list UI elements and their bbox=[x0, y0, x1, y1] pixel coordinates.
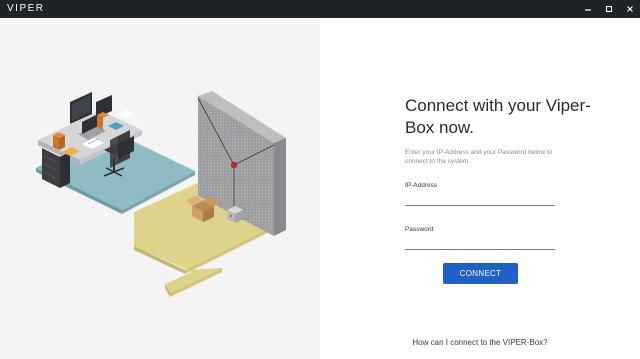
close-icon bbox=[626, 6, 633, 12]
minimize-icon bbox=[584, 9, 591, 11]
ip-address-field: IP-Address bbox=[405, 182, 555, 206]
window-controls bbox=[577, 0, 640, 18]
maximize-button[interactable] bbox=[598, 0, 619, 18]
login-panel: Connect with your Viper-Box now. Enter y… bbox=[320, 18, 640, 359]
app-title: VIPER bbox=[7, 3, 45, 14]
illustration-panel bbox=[0, 18, 320, 359]
connect-button[interactable]: CONNECT bbox=[443, 263, 518, 284]
target-icon bbox=[230, 161, 238, 169]
isometric-office-illustration bbox=[36, 91, 286, 297]
maximize-icon bbox=[605, 5, 612, 13]
login-heading: Connect with your Viper-Box now. bbox=[405, 96, 591, 137]
ip-address-input[interactable] bbox=[405, 193, 555, 206]
title-bar: VIPER bbox=[0, 0, 640, 18]
close-button[interactable] bbox=[619, 0, 640, 18]
password-label: Password bbox=[405, 226, 434, 233]
login-subtext: Enter your IP-Address and your Password … bbox=[405, 149, 553, 165]
minimize-button[interactable] bbox=[577, 0, 598, 18]
password-input[interactable] bbox=[405, 237, 555, 250]
help-link[interactable]: How can I connect to the VIPER-Box? bbox=[320, 338, 640, 347]
password-field: Password bbox=[405, 226, 555, 250]
ip-address-label: IP-Address bbox=[405, 182, 438, 189]
